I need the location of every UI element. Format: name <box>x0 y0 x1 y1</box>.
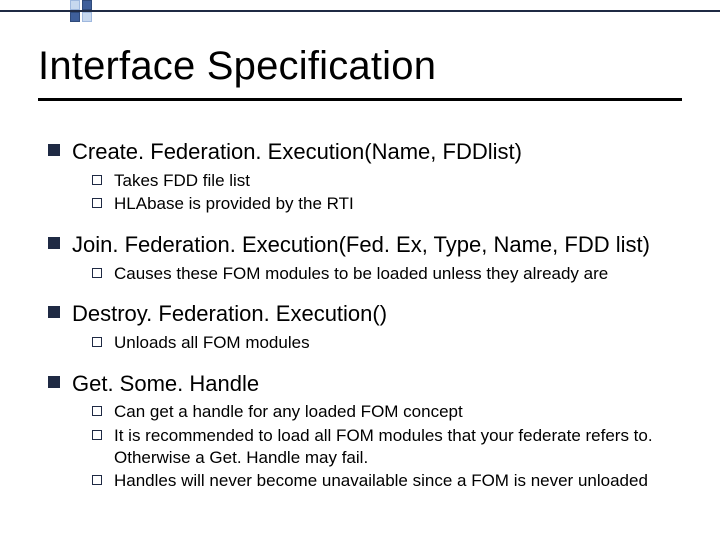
square-bullet-icon <box>48 376 60 388</box>
list-item-label: Handles will never become unavailable si… <box>114 470 648 492</box>
ornament-square <box>82 12 92 22</box>
list-item-label: It is recommended to load all FOM module… <box>114 425 688 469</box>
sublist: Unloads all FOM modules <box>92 332 688 354</box>
header-ornament <box>0 0 720 22</box>
square-bullet-icon <box>48 237 60 249</box>
square-bullet-icon <box>48 306 60 318</box>
ornament-square <box>70 12 80 22</box>
list-item: Destroy. Federation. Execution() <box>48 300 688 328</box>
sublist: Takes FDD file list HLAbase is provided … <box>92 170 688 216</box>
list-item-label: HLAbase is provided by the RTI <box>114 193 354 215</box>
hollow-square-icon <box>92 268 102 278</box>
list-item: Join. Federation. Execution(Fed. Ex, Typ… <box>48 231 688 259</box>
hollow-square-icon <box>92 475 102 485</box>
hollow-square-icon <box>92 337 102 347</box>
list-item: It is recommended to load all FOM module… <box>92 425 688 469</box>
hollow-square-icon <box>92 175 102 185</box>
hollow-square-icon <box>92 430 102 440</box>
square-bullet-icon <box>48 144 60 156</box>
title-underline <box>38 98 682 101</box>
list-item-label: Takes FDD file list <box>114 170 250 192</box>
list-item-label: Create. Federation. Execution(Name, FDDl… <box>72 138 522 166</box>
list-item: Unloads all FOM modules <box>92 332 688 354</box>
list-item: Get. Some. Handle <box>48 370 688 398</box>
header-rule <box>0 10 720 12</box>
list-item-label: Destroy. Federation. Execution() <box>72 300 387 328</box>
slide: Interface Specification Create. Federati… <box>0 0 720 540</box>
list-item: Handles will never become unavailable si… <box>92 470 688 492</box>
list-item: Takes FDD file list <box>92 170 688 192</box>
list-item: Causes these FOM modules to be loaded un… <box>92 263 688 285</box>
hollow-square-icon <box>92 406 102 416</box>
list-item-label: Unloads all FOM modules <box>114 332 310 354</box>
list-item-label: Causes these FOM modules to be loaded un… <box>114 263 608 285</box>
list-item-label: Get. Some. Handle <box>72 370 259 398</box>
list-item: Create. Federation. Execution(Name, FDDl… <box>48 138 688 166</box>
ornament-square <box>70 0 80 10</box>
slide-body: Create. Federation. Execution(Name, FDDl… <box>48 128 688 492</box>
slide-title: Interface Specification <box>38 44 436 89</box>
list-item: HLAbase is provided by the RTI <box>92 193 688 215</box>
hollow-square-icon <box>92 198 102 208</box>
ornament-square <box>82 0 92 10</box>
list-item: Can get a handle for any loaded FOM conc… <box>92 401 688 423</box>
sublist: Can get a handle for any loaded FOM conc… <box>92 401 688 492</box>
list-item-label: Can get a handle for any loaded FOM conc… <box>114 401 463 423</box>
sublist: Causes these FOM modules to be loaded un… <box>92 263 688 285</box>
list-item-label: Join. Federation. Execution(Fed. Ex, Typ… <box>72 231 650 259</box>
